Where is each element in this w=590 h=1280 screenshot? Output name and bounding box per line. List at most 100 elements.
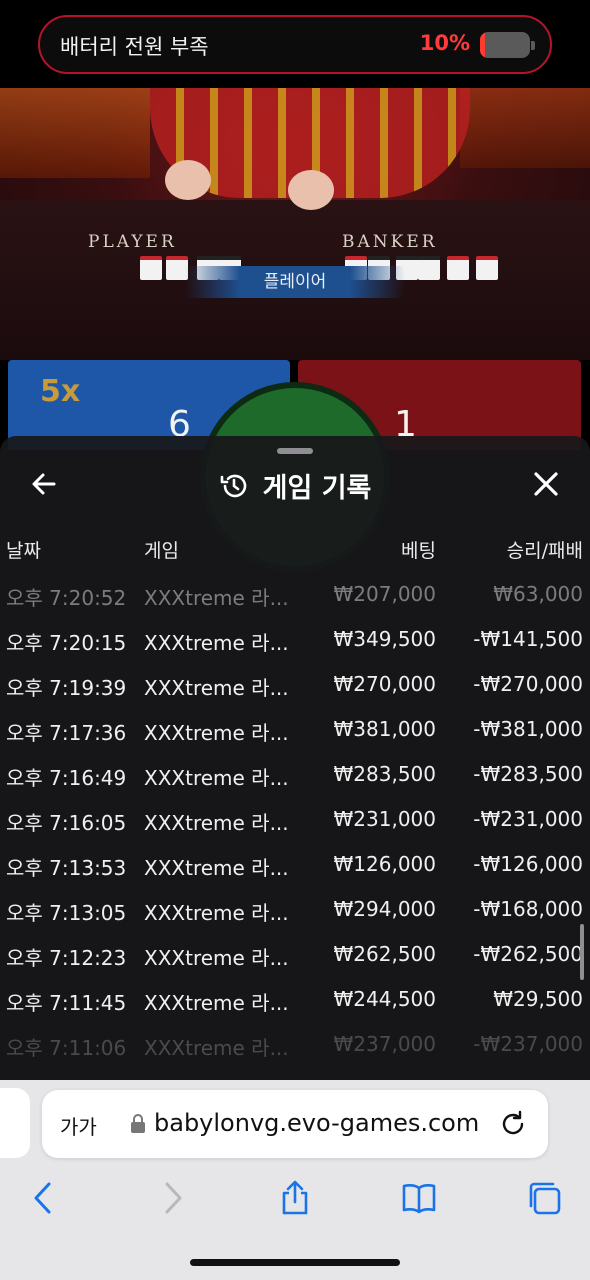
history-result: -₩381,000 (473, 717, 583, 741)
history-game: XXXtreme 라... (144, 856, 289, 880)
lock-icon (131, 1114, 145, 1133)
history-result: -₩237,000 (473, 1032, 583, 1056)
banker-card (447, 256, 469, 280)
history-result: ₩63,000 (493, 582, 583, 606)
history-bet: ₩237,000 (333, 1032, 436, 1056)
history-game: XXXtreme 라... (144, 676, 289, 700)
history-time: 오후 7:20:15 (6, 631, 127, 655)
table-row[interactable]: 오후 7:16:49 XXXtreme 라... ₩283,500 -₩283,500 (0, 758, 590, 803)
battery-percent: 10% (419, 31, 470, 55)
banker-table-label: BANKER (342, 232, 438, 252)
player-card (140, 256, 162, 280)
history-bet: ₩381,000 (333, 717, 436, 741)
scrollbar[interactable] (580, 924, 584, 980)
history-time: 오후 7:11:06 (6, 1036, 127, 1060)
history-result: ₩29,500 (493, 987, 583, 1011)
status-bar: 배터리 전원 부족 10% (0, 0, 590, 88)
history-bet: ₩294,000 (333, 897, 436, 921)
history-result: -₩270,000 (473, 672, 583, 696)
table-row[interactable]: 오후 7:13:53 XXXtreme 라... ₩126,000 -₩126,000 (0, 848, 590, 893)
history-game: XXXtreme 라... (144, 901, 289, 925)
history-result: -₩283,500 (473, 762, 583, 786)
history-bet: ₩231,000 (333, 807, 436, 831)
history-time: 오후 7:13:53 (6, 856, 127, 880)
history-game: XXXtreme 라... (144, 721, 289, 745)
battery-icon (480, 32, 530, 58)
multiplier-badge: 5x (40, 374, 81, 409)
table-row[interactable]: 오후 7:11:06 XXXtreme 라... ₩237,000 -₩237,000 (0, 1028, 590, 1073)
history-game: XXXtreme 라... (144, 811, 289, 835)
table-row[interactable]: 오후 7:20:52 XXXtreme 라... ₩207,000 ₩63,000 (0, 578, 590, 623)
history-game: XXXtreme 라... (144, 766, 289, 790)
dealer-hand-right (288, 170, 334, 210)
round-result-label: 플레이어 (185, 266, 405, 298)
table-header: 날짜 게임 베팅 승리/패배 (0, 536, 590, 566)
table-row[interactable]: 오후 7:11:45 XXXtreme 라... ₩244,500 ₩29,500 (0, 983, 590, 1028)
live-video: PLAYER BANKER 플레이어 (0, 88, 590, 360)
table-row[interactable]: 오후 7:13:05 XXXtreme 라... ₩294,000 -₩168,000 (0, 893, 590, 938)
history-time: 오후 7:19:39 (6, 676, 127, 700)
history-time: 오후 7:13:05 (6, 901, 127, 925)
previous-tab-peek[interactable] (0, 1088, 30, 1158)
history-result: -₩231,000 (473, 807, 583, 831)
sheet-header: 게임 기록 (0, 466, 590, 505)
table-row[interactable]: 오후 7:20:15 XXXtreme 라... ₩349,500 -₩141,500 (0, 623, 590, 668)
text-size-button[interactable]: 가가 (60, 1111, 97, 1140)
column-bet[interactable]: 베팅 (401, 536, 436, 563)
low-battery-banner[interactable]: 배터리 전원 부족 10% (38, 15, 552, 74)
background-fire-left (0, 88, 150, 178)
history-bet: ₩262,500 (333, 942, 436, 966)
background-fire-right (460, 88, 590, 168)
history-result: -₩141,500 (473, 627, 583, 651)
battery-nub (531, 41, 535, 50)
table-row[interactable]: 오후 7:19:39 XXXtreme 라... ₩270,000 -₩270,000 (0, 668, 590, 713)
history-bet: ₩270,000 (333, 672, 436, 696)
banker-card (418, 256, 440, 280)
back-icon[interactable] (26, 1180, 62, 1216)
banker-card (476, 256, 498, 280)
history-time: 오후 7:12:23 (6, 946, 127, 970)
history-game: XXXtreme 라... (144, 586, 289, 610)
history-result: -₩262,500 (473, 942, 583, 966)
dealer-hand-left (165, 160, 211, 200)
column-date[interactable]: 날짜 (6, 536, 41, 563)
sheet-title: 게임 기록 (262, 473, 372, 504)
history-bet: ₩126,000 (333, 852, 436, 876)
history-game: XXXtreme 라... (144, 1036, 289, 1060)
table-row[interactable]: 오후 7:17:36 XXXtreme 라... ₩381,000 -₩381,000 (0, 713, 590, 758)
player-table-label: PLAYER (88, 232, 177, 252)
history-bet: ₩349,500 (333, 627, 436, 651)
column-win-loss[interactable]: 승리/패배 (507, 536, 583, 563)
reload-icon[interactable] (498, 1109, 528, 1139)
tabs-icon[interactable] (526, 1180, 562, 1216)
sheet-grabber[interactable] (277, 448, 313, 454)
history-bet: ₩283,500 (333, 762, 436, 786)
history-game: XXXtreme 라... (144, 946, 289, 970)
history-game: XXXtreme 라... (144, 991, 289, 1015)
history-time: 오후 7:20:52 (6, 586, 127, 610)
history-table-body: 오후 7:20:52 XXXtreme 라... ₩207,000 ₩63,000 오후… (0, 578, 590, 1073)
history-clock-icon (220, 474, 246, 497)
history-time: 오후 7:16:05 (6, 811, 127, 835)
bookmarks-icon[interactable] (401, 1180, 437, 1216)
history-time: 오후 7:16:49 (6, 766, 127, 790)
history-time: 오후 7:17:36 (6, 721, 127, 745)
address-bar[interactable]: 가가 babylonvg.evo-games.com (42, 1090, 548, 1158)
forward-icon[interactable] (154, 1180, 190, 1216)
column-game[interactable]: 게임 (144, 536, 179, 563)
browser-toolbar: 가가 babylonvg.evo-games.com (0, 1080, 590, 1280)
table-row[interactable]: 오후 7:16:05 XXXtreme 라... ₩231,000 -₩231,000 (0, 803, 590, 848)
history-result: -₩168,000 (473, 897, 583, 921)
url-text[interactable]: babylonvg.evo-games.com (154, 1109, 479, 1137)
history-bet: ₩244,500 (333, 987, 436, 1011)
close-x-icon[interactable] (532, 470, 560, 498)
home-indicator[interactable] (190, 1259, 400, 1266)
game-history-sheet: 게임 기록 날짜 게임 베팅 승리/패배 오후 7:20:52 XXXtreme … (0, 436, 590, 1080)
table-row[interactable]: 오후 7:12:23 XXXtreme 라... ₩262,500 -₩262,500 (0, 938, 590, 983)
share-icon[interactable] (277, 1180, 313, 1216)
history-game: XXXtreme 라... (144, 631, 289, 655)
history-bet: ₩207,000 (333, 582, 436, 606)
history-result: -₩126,000 (473, 852, 583, 876)
battery-message: 배터리 전원 부족 (60, 35, 209, 59)
history-time: 오후 7:11:45 (6, 991, 127, 1015)
